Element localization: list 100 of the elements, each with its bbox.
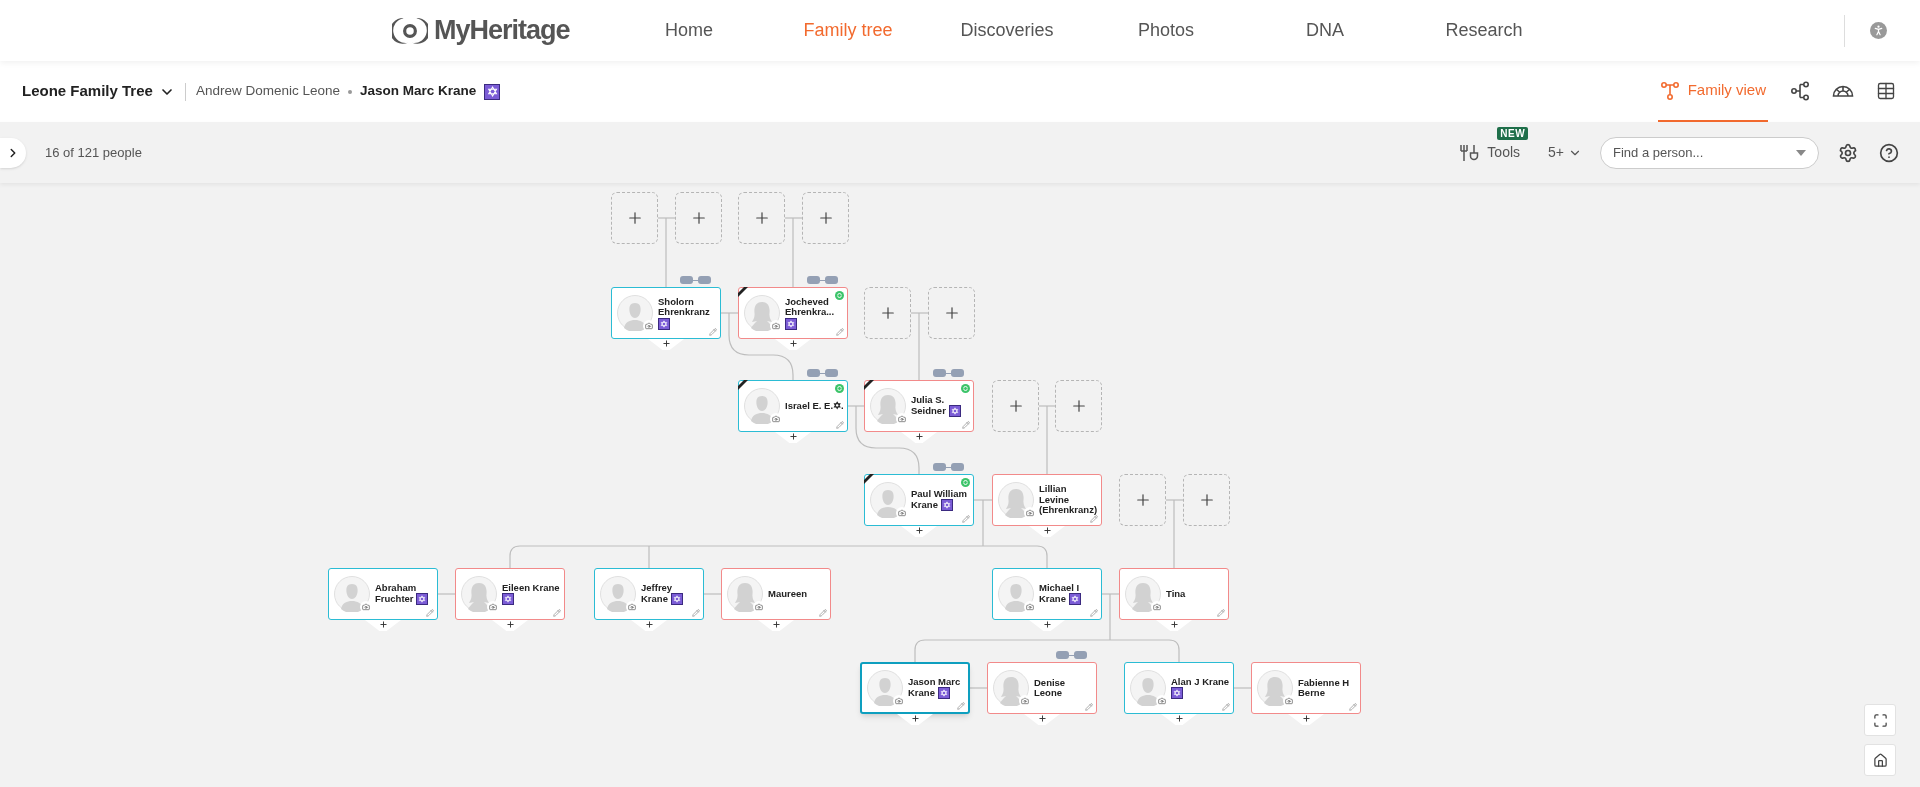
camera-icon[interactable] xyxy=(1024,507,1036,519)
person-card[interactable]: Lillian Levine (Ehrenkranz) xyxy=(992,474,1102,526)
add-relative-placeholder[interactable] xyxy=(864,287,911,339)
plus-icon xyxy=(1301,714,1311,723)
home-button[interactable] xyxy=(1864,744,1896,776)
parents-toggle-icon[interactable] xyxy=(1056,651,1087,659)
add-relative-placeholder[interactable] xyxy=(1183,474,1230,526)
plus-icon xyxy=(644,620,654,629)
person-name: Julia S. Seidner xyxy=(911,393,946,416)
person-card[interactable]: Maureen xyxy=(721,568,831,620)
fullscreen-button[interactable] xyxy=(1864,704,1896,736)
edit-icon[interactable] xyxy=(1349,703,1357,711)
person-card[interactable]: Eileen Krane xyxy=(455,568,565,620)
person-card[interactable]: Jeffrey Krane xyxy=(594,568,704,620)
edit-icon[interactable] xyxy=(692,609,700,617)
edit-icon[interactable] xyxy=(1085,703,1093,711)
person-card[interactable]: Paul William Krane xyxy=(864,474,974,526)
parents-toggle-icon[interactable] xyxy=(933,463,964,471)
edit-icon[interactable] xyxy=(1090,515,1098,523)
add-relative-placeholder[interactable] xyxy=(928,287,975,339)
settings-icon[interactable] xyxy=(1838,142,1858,163)
add-relative-placeholder[interactable] xyxy=(675,192,722,244)
find-person-field[interactable]: Find a person... xyxy=(1613,142,1796,163)
nav-link[interactable]: Home xyxy=(609,17,769,44)
edit-icon[interactable] xyxy=(962,515,970,523)
person-card[interactable]: Tina xyxy=(1119,568,1229,620)
tools-button[interactable]: Tools xyxy=(1459,142,1521,163)
match-icon[interactable] xyxy=(961,478,970,487)
parents-toggle-icon[interactable] xyxy=(807,369,838,377)
edit-icon[interactable] xyxy=(1217,609,1225,617)
person-card[interactable]: Abraham Fruchter xyxy=(328,568,438,620)
parents-toggle-icon[interactable] xyxy=(933,369,964,377)
breadcrumb-link[interactable]: Andrew Domenic Leone xyxy=(195,81,340,102)
avatar-icon xyxy=(461,576,497,612)
avatar-icon xyxy=(744,295,780,331)
camera-icon[interactable] xyxy=(643,320,655,332)
camera-icon[interactable] xyxy=(893,695,905,707)
person-card[interactable]: Jason Marc Krane xyxy=(860,662,970,714)
edit-icon[interactable] xyxy=(962,421,970,429)
logo-wordmark[interactable]: MyHeritage xyxy=(434,10,570,51)
help-icon[interactable] xyxy=(1879,142,1899,163)
edit-icon[interactable] xyxy=(1090,609,1098,617)
plus-icon xyxy=(505,620,515,629)
camera-icon[interactable] xyxy=(1283,695,1295,707)
avatar-icon xyxy=(998,576,1034,612)
camera-icon[interactable] xyxy=(626,601,638,613)
avatar-icon xyxy=(993,670,1029,706)
camera-icon[interactable] xyxy=(1151,601,1163,613)
find-person-field[interactable]: Find a person... xyxy=(1600,136,1819,169)
generations-dropdown[interactable]: 5+ xyxy=(1548,142,1582,163)
person-card[interactable]: Fabienne H Berne xyxy=(1251,662,1361,714)
camera-icon[interactable] xyxy=(1024,601,1036,613)
person-card[interactable]: Alan J Krane xyxy=(1124,662,1234,714)
person-card[interactable]: Julia S. Seidner xyxy=(864,380,974,432)
edit-icon[interactable] xyxy=(426,609,434,617)
parents-toggle-icon[interactable] xyxy=(807,276,838,284)
person-card[interactable]: Jocheved Ehrenkra... xyxy=(738,287,848,339)
dropdown-arrow-icon[interactable] xyxy=(1796,149,1806,156)
camera-icon[interactable] xyxy=(770,413,782,425)
person-card[interactable]: Denise Leone xyxy=(987,662,1097,714)
accessibility-icon[interactable] xyxy=(1870,22,1887,39)
camera-icon[interactable] xyxy=(896,507,908,519)
add-relative-placeholder[interactable] xyxy=(802,192,849,244)
nav-link[interactable]: DNA xyxy=(1245,17,1405,44)
nav-link[interactable]: Discoveries xyxy=(927,17,1087,44)
person-card[interactable]: Israel E. E.✡. xyxy=(738,380,848,432)
camera-icon[interactable] xyxy=(487,601,499,613)
camera-icon[interactable] xyxy=(1156,695,1168,707)
nav-link[interactable]: Photos xyxy=(1086,17,1246,44)
logo-icon[interactable] xyxy=(392,15,428,46)
nav-link[interactable]: Research xyxy=(1404,17,1564,44)
expand-panel-button[interactable] xyxy=(0,137,26,168)
camera-icon[interactable] xyxy=(360,601,372,613)
edit-icon[interactable] xyxy=(553,609,561,617)
edit-icon[interactable] xyxy=(1222,703,1230,711)
camera-icon[interactable] xyxy=(753,601,765,613)
match-icon[interactable] xyxy=(961,384,970,393)
edit-icon[interactable] xyxy=(836,421,844,429)
edit-icon[interactable] xyxy=(836,328,844,336)
match-icon[interactable] xyxy=(835,291,844,300)
camera-icon[interactable] xyxy=(770,320,782,332)
camera-icon[interactable] xyxy=(1019,695,1031,707)
avatar-icon xyxy=(1125,576,1161,612)
person-card[interactable]: Sholorn Ehrenkranz xyxy=(611,287,721,339)
camera-icon[interactable] xyxy=(896,413,908,425)
add-relative-placeholder[interactable] xyxy=(1119,474,1166,526)
person-name: Maureen xyxy=(768,587,808,599)
tree-selector[interactable]: Leone Family Tree xyxy=(22,61,175,122)
match-icon[interactable] xyxy=(835,384,844,393)
person-name: Denise Leone xyxy=(1034,676,1066,698)
add-relative-placeholder[interactable] xyxy=(611,192,658,244)
person-card[interactable]: Michael I Krane xyxy=(992,568,1102,620)
edit-icon[interactable] xyxy=(957,702,965,710)
edit-icon[interactable] xyxy=(819,609,827,617)
add-relative-placeholder[interactable] xyxy=(992,380,1039,432)
edit-icon[interactable] xyxy=(709,328,717,336)
add-relative-placeholder[interactable] xyxy=(1055,380,1102,432)
parents-toggle-icon[interactable] xyxy=(680,276,711,284)
avatar-icon xyxy=(727,576,763,612)
add-relative-placeholder[interactable] xyxy=(738,192,785,244)
